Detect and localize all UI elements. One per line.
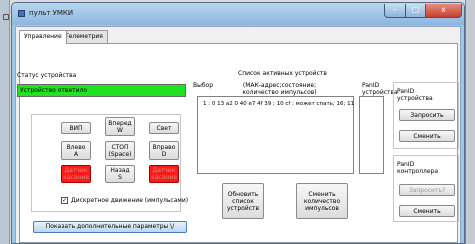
right-button-key: D xyxy=(161,150,167,158)
panid-controller-change-label: Сменить xyxy=(413,207,441,215)
light-button[interactable]: Свет xyxy=(149,122,179,134)
device-info-column-line1: (МАК-адрес;состояние; xyxy=(242,82,317,89)
left-button-key: A xyxy=(73,150,79,158)
refresh-devices-line3: устройств xyxy=(226,204,260,212)
window-title: пульт УМКИ xyxy=(29,9,74,17)
refresh-devices-button[interactable]: Обновить список устройств xyxy=(222,183,264,219)
back-button-label: Назад xyxy=(110,167,130,174)
select-column-label: Выбор xyxy=(193,82,214,89)
device-status-field: Устройство ответило xyxy=(17,84,186,97)
left-button[interactable]: Влево A xyxy=(61,141,91,160)
panid-device-change-button[interactable]: Сменить xyxy=(399,130,455,142)
refresh-devices-line1: Обновить xyxy=(227,190,259,198)
refresh-devices-line2: список xyxy=(232,197,254,205)
screen: пульт УМКИ – □ x Управление Телеметрия С… xyxy=(0,0,475,244)
tab-telemetry[interactable]: Телеметрия xyxy=(60,30,108,43)
device-info-column-line2: количество импульсов) xyxy=(242,89,317,96)
device-list-title: Список активных устройств xyxy=(238,70,327,77)
touch-sensor-left-label: Датчик xyxy=(64,167,88,174)
show-more-params-button[interactable]: Показать дополнительные параметры \/ xyxy=(33,221,187,233)
change-pulses-line2: количество xyxy=(303,197,341,205)
forward-button-label: Вперед xyxy=(108,119,132,127)
light-button-label: Свет xyxy=(156,124,172,132)
app-icon xyxy=(18,10,25,17)
panid-controller-change-button[interactable]: Сменить xyxy=(399,205,455,217)
touch-sensor-right-label: Датчик xyxy=(152,167,176,174)
panid-controller-line1: PanID xyxy=(397,161,415,168)
close-button[interactable]: x xyxy=(425,4,462,18)
back-button-key: S xyxy=(118,174,122,181)
stop-button-key: (Space) xyxy=(108,150,132,158)
right-button-label: Вправо xyxy=(152,143,176,151)
touch-sensor-right-indicator: Датчик касания xyxy=(149,165,179,183)
panid-device-line2: устройства xyxy=(397,95,433,102)
device-info-column-label: (МАК-адрес;состояние; количество импульс… xyxy=(232,82,327,96)
maximize-button[interactable]: □ xyxy=(405,4,426,18)
vip-button[interactable]: ВИП xyxy=(61,122,91,134)
panid-controller-label: PanID контроллера xyxy=(397,161,438,175)
panid-device-request-label: Запросить xyxy=(410,111,444,119)
title-bar[interactable]: пульт УМКИ – □ x xyxy=(12,3,464,25)
forward-button-key: W xyxy=(117,126,123,134)
touch-sensor-right-sublabel: касания xyxy=(151,174,177,181)
panid-controller-request-button[interactable]: Запросить? xyxy=(399,184,455,196)
touch-sensor-left-indicator: Датчик касания xyxy=(61,165,91,183)
back-button[interactable]: Назад S xyxy=(105,165,135,183)
panid-device-change-label: Сменить xyxy=(413,132,441,140)
change-pulses-line1: Сменить xyxy=(308,190,336,198)
device-status-label: Статус устройства xyxy=(17,72,77,79)
forward-button[interactable]: Вперед W xyxy=(105,117,135,136)
discrete-movement-checkbox[interactable]: ✓ xyxy=(61,197,68,204)
change-pulses-button[interactable]: Сменить количество импульсов xyxy=(296,183,348,219)
tab-control[interactable]: Управление xyxy=(19,30,67,44)
stop-button[interactable]: СТОП (Space) xyxy=(105,141,135,160)
device-list[interactable]: 1 : 0 13 a2 0 40 e7 4f 39 ; 10 cf ; може… xyxy=(197,96,354,174)
vip-button-label: ВИП xyxy=(69,124,83,132)
panid-controller-request-label: Запросить? xyxy=(408,186,446,194)
background-window-edge-right xyxy=(465,0,475,244)
background-window-edge-left xyxy=(0,0,10,244)
left-button-label: Влево xyxy=(66,143,86,151)
touch-sensor-left-sublabel: касания xyxy=(63,174,89,181)
panid-device-request-button[interactable]: Запросить xyxy=(399,109,455,121)
discrete-movement-label: Дискретное движение (импульсами) xyxy=(71,197,189,204)
device-list-item[interactable]: 1 : 0 13 a2 0 40 e7 4f 39 ; 10 cf ; може… xyxy=(203,101,354,107)
device-panid-list[interactable] xyxy=(359,96,384,174)
panid-device-label: PanID устройства xyxy=(397,88,433,102)
right-button[interactable]: Вправо D xyxy=(149,141,179,160)
stop-button-label: СТОП xyxy=(111,143,129,151)
panid-device-line1: PanID xyxy=(397,88,415,95)
panid-controller-line2: контроллера xyxy=(397,168,439,175)
change-pulses-line3: импульсов xyxy=(305,204,339,212)
minimize-button[interactable]: – xyxy=(384,4,406,18)
